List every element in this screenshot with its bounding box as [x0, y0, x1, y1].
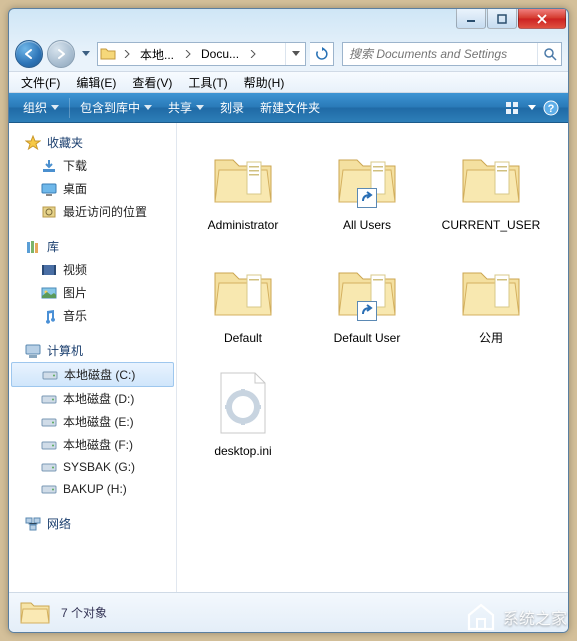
- sidebar-drive-d[interactable]: 本地磁盘 (D:): [9, 387, 176, 410]
- chevron-down-icon[interactable]: [528, 105, 536, 110]
- menu-tools[interactable]: 工具(T): [180, 72, 235, 93]
- breadcrumb-seg-1[interactable]: 本地...: [134, 43, 181, 65]
- shortcut-arrow-icon: [357, 301, 377, 321]
- download-icon: [41, 158, 57, 174]
- sidebar: 收藏夹 下载 桌面 最近访问的位置 库 视频 图片 音乐 计算机 本地磁盘 (C…: [9, 123, 177, 592]
- sidebar-favorites[interactable]: 收藏夹: [9, 131, 176, 154]
- drive-icon: [41, 481, 57, 497]
- video-icon: [41, 262, 57, 278]
- menu-file[interactable]: 文件(F): [13, 72, 68, 93]
- music-icon: [41, 308, 57, 324]
- computer-icon: [25, 343, 41, 359]
- recent-icon: [41, 204, 57, 220]
- sidebar-drive-c[interactable]: 本地磁盘 (C:): [11, 362, 174, 387]
- folder-item[interactable]: Administrator: [185, 135, 301, 240]
- statusbar: 7 个对象: [9, 592, 568, 632]
- menu-help[interactable]: 帮助(H): [236, 72, 293, 93]
- folder-icon: [207, 142, 279, 214]
- network-icon: [25, 516, 41, 532]
- items-grid: Administrator All Users CURRENT_USER Def…: [185, 135, 560, 466]
- sidebar-pictures[interactable]: 图片: [9, 281, 176, 304]
- sidebar-drive-h[interactable]: BAKUP (H:): [9, 478, 176, 500]
- search-box[interactable]: [342, 42, 562, 66]
- nav-row: 本地... Docu...: [9, 37, 568, 71]
- breadcrumb[interactable]: 本地... Docu...: [97, 42, 306, 66]
- settings-file-icon: [207, 368, 279, 440]
- drive-icon: [41, 437, 57, 453]
- folder-shortcut-item[interactable]: Default User: [309, 248, 425, 353]
- sidebar-libraries[interactable]: 库: [9, 235, 176, 258]
- refresh-button[interactable]: [310, 42, 334, 66]
- tool-newfolder[interactable]: 新建文件夹: [252, 95, 328, 120]
- tool-organize[interactable]: 组织: [15, 95, 67, 120]
- folder-icon: [100, 45, 118, 63]
- library-icon: [25, 239, 41, 255]
- drive-icon: [41, 391, 57, 407]
- body: 收藏夹 下载 桌面 最近访问的位置 库 视频 图片 音乐 计算机 本地磁盘 (C…: [9, 123, 568, 592]
- tool-share[interactable]: 共享: [160, 95, 212, 120]
- back-button[interactable]: [15, 40, 43, 68]
- sidebar-drive-g[interactable]: SYSBAK (G:): [9, 456, 176, 478]
- drive-icon: [42, 367, 58, 383]
- sidebar-videos[interactable]: 视频: [9, 258, 176, 281]
- folder-item[interactable]: 公用: [433, 248, 549, 353]
- desktop-icon: [41, 181, 57, 197]
- maximize-button[interactable]: [487, 9, 517, 29]
- titlebar: [9, 9, 568, 37]
- chevron-right-icon[interactable]: [120, 43, 134, 65]
- folder-item[interactable]: CURRENT_USER: [433, 135, 549, 240]
- folder-icon: [207, 255, 279, 327]
- breadcrumb-seg-2[interactable]: Docu...: [195, 43, 246, 65]
- menubar: 文件(F) 编辑(E) 查看(V) 工具(T) 帮助(H): [9, 71, 568, 93]
- sidebar-drive-e[interactable]: 本地磁盘 (E:): [9, 410, 176, 433]
- folder-icon: [19, 597, 51, 629]
- sidebar-drive-f[interactable]: 本地磁盘 (F:): [9, 433, 176, 456]
- search-icon[interactable]: [537, 43, 561, 65]
- svg-text:?: ?: [548, 103, 555, 115]
- view-options-button[interactable]: [502, 97, 524, 119]
- folder-icon: [455, 255, 527, 327]
- sidebar-music[interactable]: 音乐: [9, 304, 176, 327]
- drive-icon: [41, 414, 57, 430]
- sidebar-downloads[interactable]: 下载: [9, 154, 176, 177]
- content-pane: Administrator All Users CURRENT_USER Def…: [177, 123, 568, 592]
- sidebar-desktop[interactable]: 桌面: [9, 177, 176, 200]
- folder-icon: [331, 255, 403, 327]
- star-icon: [25, 135, 41, 151]
- nav-history-dropdown[interactable]: [79, 45, 93, 63]
- close-button[interactable]: [518, 9, 566, 29]
- folder-item[interactable]: Default: [185, 248, 301, 353]
- folder-icon: [331, 142, 403, 214]
- toolbar: 组织 包含到库中 共享 刻录 新建文件夹 ?: [9, 93, 568, 123]
- drive-icon: [41, 459, 57, 475]
- menu-view[interactable]: 查看(V): [124, 72, 180, 93]
- breadcrumb-dropdown[interactable]: [285, 43, 305, 65]
- picture-icon: [41, 285, 57, 301]
- chevron-right-icon[interactable]: [181, 43, 195, 65]
- status-text: 7 个对象: [61, 604, 107, 621]
- sidebar-recent[interactable]: 最近访问的位置: [9, 200, 176, 223]
- sidebar-computer[interactable]: 计算机: [9, 339, 176, 362]
- chevron-right-icon[interactable]: [246, 43, 260, 65]
- minimize-button[interactable]: [456, 9, 486, 29]
- explorer-window: 本地... Docu... 文件(F) 编辑(E) 查看(V) 工具(T) 帮助…: [8, 8, 569, 633]
- ini-file-item[interactable]: desktop.ini: [185, 361, 301, 466]
- menu-edit[interactable]: 编辑(E): [68, 72, 124, 93]
- forward-button[interactable]: [47, 40, 75, 68]
- search-input[interactable]: [343, 47, 537, 61]
- tool-include[interactable]: 包含到库中: [72, 95, 160, 120]
- help-icon[interactable]: ?: [540, 97, 562, 119]
- tool-burn[interactable]: 刻录: [212, 95, 252, 120]
- folder-icon: [455, 142, 527, 214]
- sidebar-network[interactable]: 网络: [9, 512, 176, 535]
- folder-shortcut-item[interactable]: All Users: [309, 135, 425, 240]
- shortcut-arrow-icon: [357, 188, 377, 208]
